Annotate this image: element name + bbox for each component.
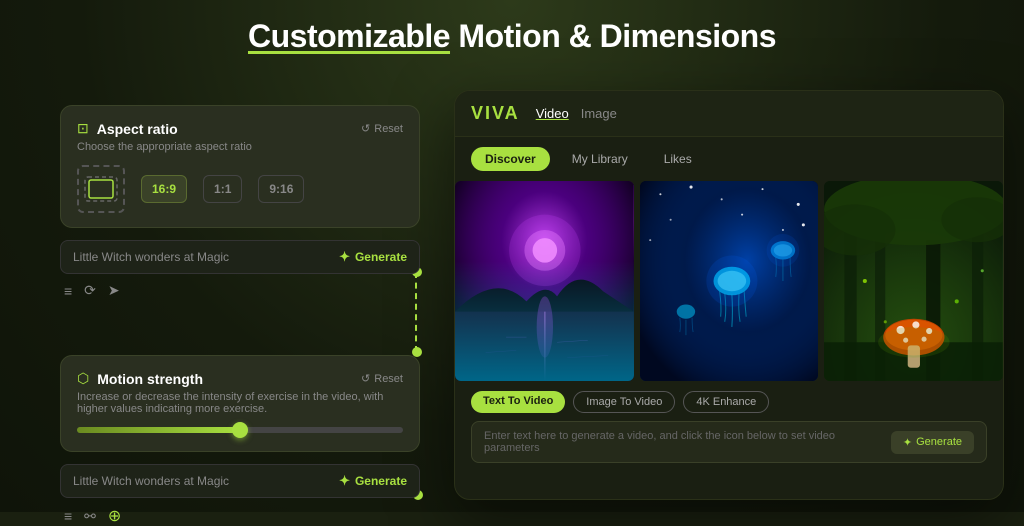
page-title-bar: Customizable Motion & Dimensions — [0, 18, 1024, 55]
motion-subtitle: Increase or decrease the intensity of ex… — [77, 391, 403, 415]
title-highlight: Customizable — [248, 18, 450, 54]
generate-icon-1: ✦ — [339, 249, 350, 265]
aspect-subtitle: Choose the appropriate aspect ratio — [77, 141, 403, 153]
viva-action-tabs: Text To Video Image To Video 4K Enhance — [471, 391, 987, 413]
motion-icon: ⬡ — [77, 370, 89, 387]
slider-thumb[interactable] — [232, 422, 248, 438]
slider-track — [77, 427, 403, 433]
viva-nav: Video Image — [536, 106, 617, 121]
motion-strength-card: ⬡ Motion strength ↺ Reset Increase or de… — [60, 355, 420, 452]
aspect-11-btn[interactable]: 1:1 — [203, 175, 242, 203]
image-mushroom — [824, 181, 1003, 381]
generate-btn-2[interactable]: ✦ Generate — [339, 473, 407, 489]
generate-btn-1[interactable]: ✦ Generate — [339, 249, 407, 265]
prompt-text-2: Little Witch wonders at Magic — [73, 474, 339, 488]
motion-slider[interactable] — [77, 427, 403, 433]
viva-prompt-bar[interactable]: Enter text here to generate a video, and… — [471, 421, 987, 463]
settings-icon[interactable]: ≡ — [64, 283, 72, 299]
action-tab-image-to-video[interactable]: Image To Video — [573, 391, 675, 413]
aspect-reset-btn[interactable]: ↺ Reset — [361, 122, 403, 135]
link-icon[interactable]: ⟳ — [84, 282, 96, 299]
aspect-ratio-card: ⊡ Aspect ratio ↺ Reset Choose the approp… — [60, 105, 420, 228]
viva-nav-image[interactable]: Image — [581, 106, 617, 121]
viva-generate-btn[interactable]: ✦ Generate — [891, 431, 974, 454]
reset-icon: ↺ — [361, 122, 370, 135]
motion-title: Motion strength — [97, 371, 203, 387]
settings-icon-2[interactable]: ≡ — [64, 508, 72, 524]
arrow-icon[interactable]: ➤ — [108, 282, 120, 299]
action-tab-text-to-video[interactable]: Text To Video — [471, 391, 565, 413]
motion-reset-btn[interactable]: ↺ Reset — [361, 372, 403, 385]
aspect-icon: ⊡ — [77, 120, 89, 137]
viva-prompt-text: Enter text here to generate a video, and… — [484, 430, 891, 454]
aspect-169-btn[interactable]: 16:9 — [141, 175, 187, 203]
viva-panel: VIVA Video Image Discover My Library Lik… — [454, 90, 1004, 500]
plus-icon[interactable]: ⊕ — [108, 506, 121, 526]
image-jellyfish — [640, 181, 819, 381]
aspect-options: 16:9 1:1 9:16 — [77, 165, 403, 213]
prompt-input-1[interactable]: Little Witch wonders at Magic ✦ Generate — [60, 240, 420, 274]
reset-icon-2: ↺ — [361, 372, 370, 385]
viva-logo: VIVA — [471, 103, 520, 124]
aspect-title: Aspect ratio — [97, 121, 178, 137]
slider-fill — [77, 427, 240, 433]
aspect-916-btn[interactable]: 9:16 — [258, 175, 304, 203]
image-purple-lake — [455, 181, 634, 381]
viva-gen-icon: ✦ — [903, 436, 912, 449]
viva-image-grid — [455, 181, 1003, 381]
viva-tabs: Discover My Library Likes — [455, 137, 1003, 181]
tools-row-2: ≡ ⚯ ⊕ — [60, 506, 420, 526]
tab-my-library[interactable]: My Library — [558, 147, 642, 171]
prompt-input-2[interactable]: Little Witch wonders at Magic ✦ Generate — [60, 464, 420, 498]
title-rest: Motion & Dimensions — [450, 18, 776, 54]
viva-header: VIVA Video Image — [455, 91, 1003, 137]
page-title: Customizable Motion & Dimensions — [0, 18, 1024, 55]
tab-discover[interactable]: Discover — [471, 147, 550, 171]
viva-nav-video[interactable]: Video — [536, 106, 569, 121]
generate-icon-2: ✦ — [339, 473, 350, 489]
tab-likes[interactable]: Likes — [650, 147, 706, 171]
aspect-preview-box — [77, 165, 125, 213]
prompt-text-1: Little Witch wonders at Magic — [73, 250, 339, 264]
link-icon-2[interactable]: ⚯ — [84, 508, 96, 525]
action-tab-4k[interactable]: 4K Enhance — [683, 391, 769, 413]
tools-row-1: ≡ ⟳ ➤ — [60, 282, 420, 299]
viva-bottom-toolbar: Text To Video Image To Video 4K Enhance … — [455, 381, 1003, 473]
